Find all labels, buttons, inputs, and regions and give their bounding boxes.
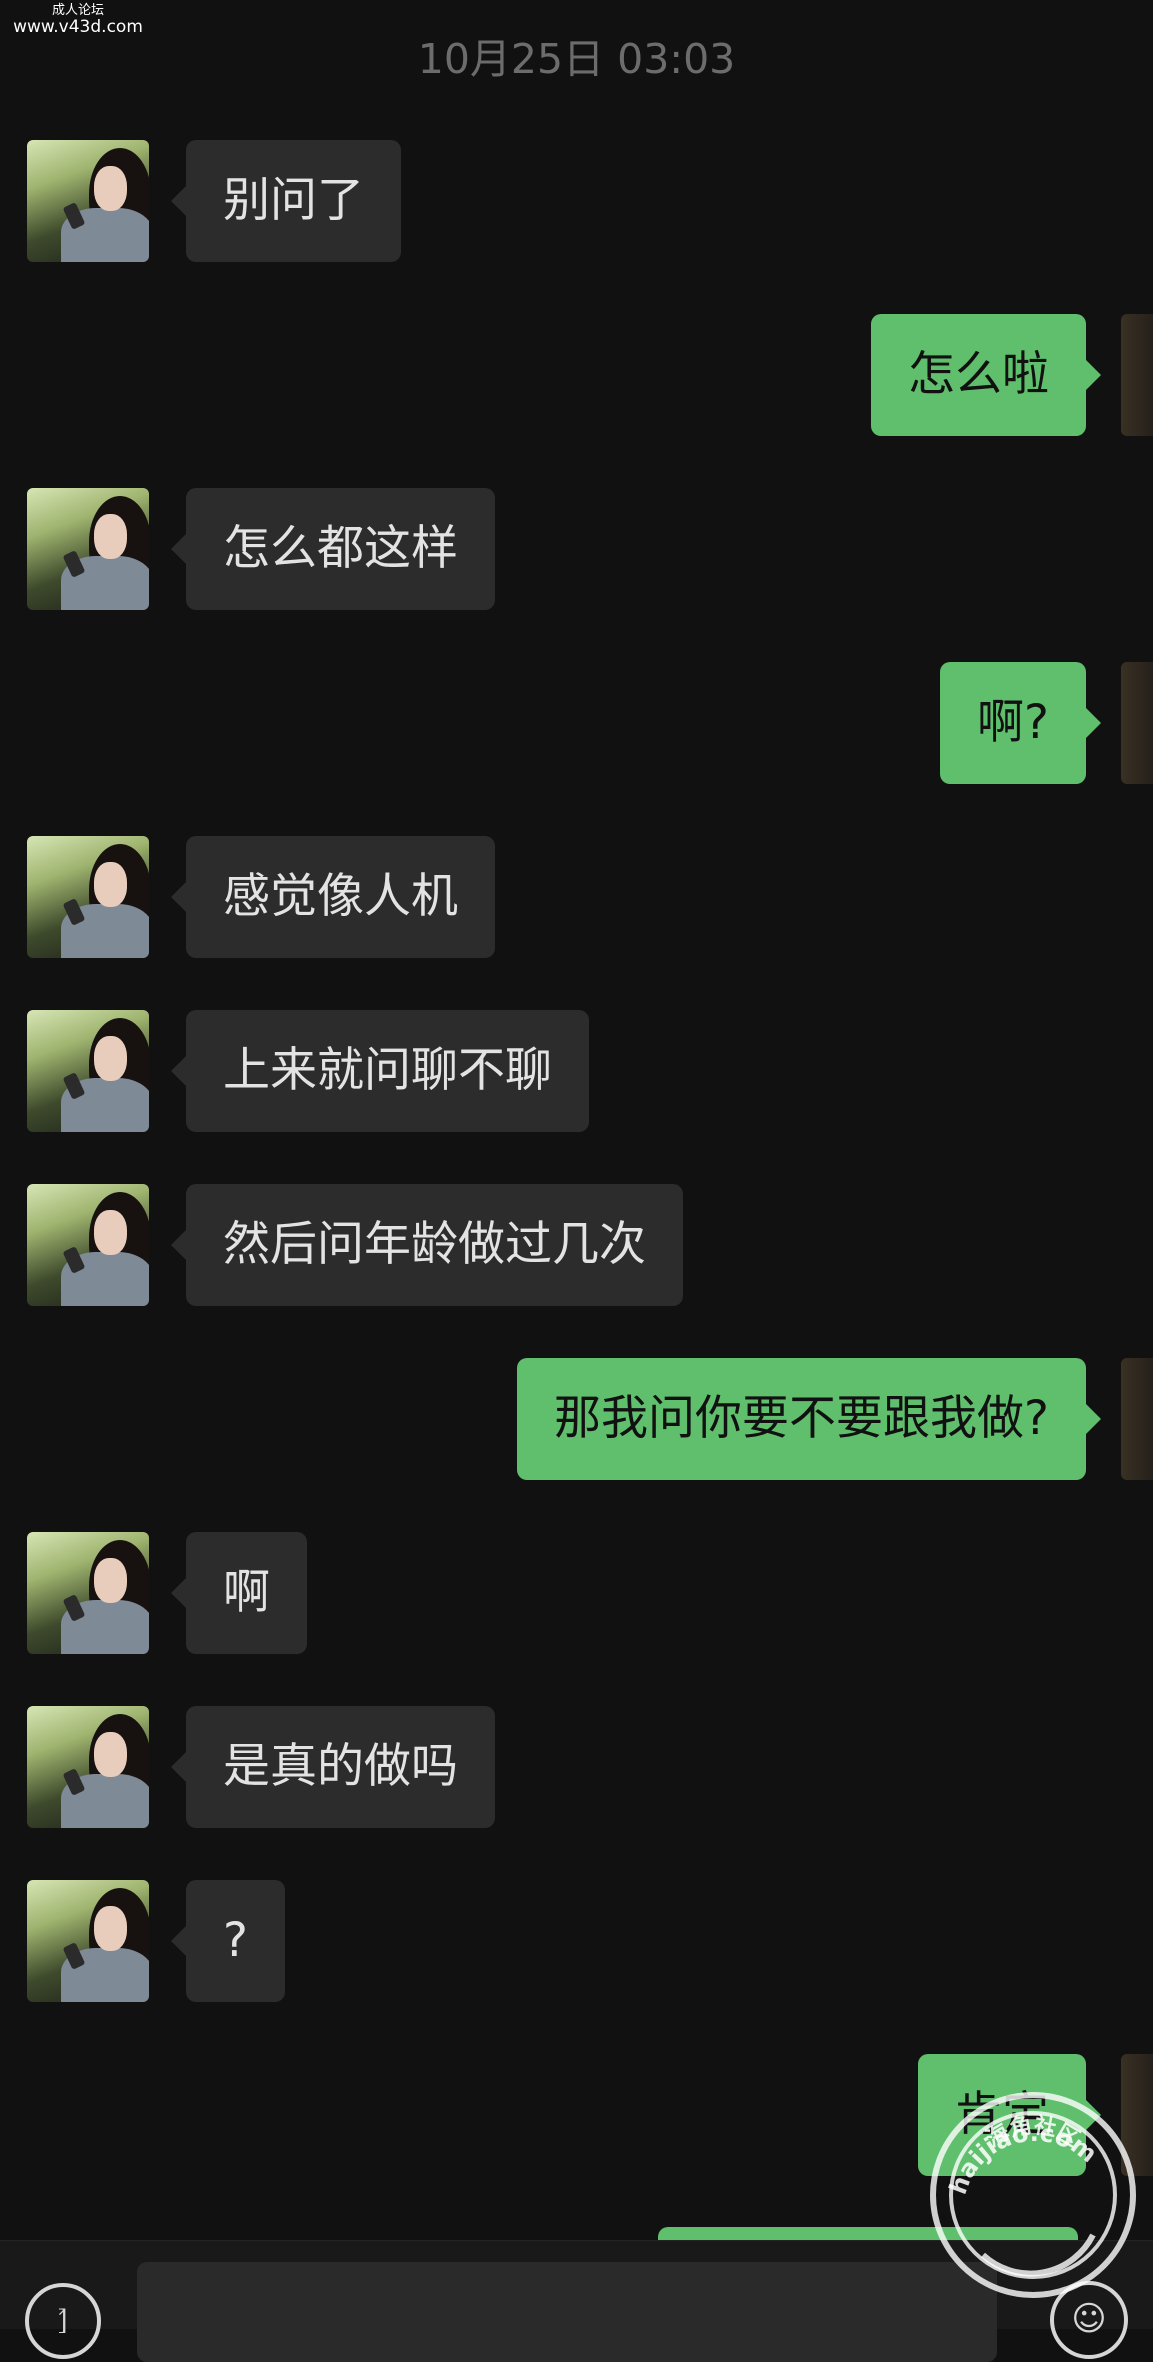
incoming-message-bubble[interactable]: 别问了 [171,140,401,262]
self-avatar[interactable] [1121,314,1153,436]
watermark-line1: 成人论坛 [51,3,104,18]
contact-avatar[interactable] [27,140,149,262]
contact-avatar[interactable] [27,1532,149,1654]
self-avatar[interactable] [1121,1358,1153,1480]
contact-avatar[interactable] [27,836,149,958]
contact-avatar[interactable] [27,1184,149,1306]
incoming-message-bubble[interactable]: 是真的做吗 [171,1706,495,1828]
incoming-message-bubble[interactable]: 啊 [171,1532,307,1654]
outgoing-message-bubble[interactable]: 怎么啦 [871,314,1101,436]
contact-avatar[interactable] [27,1706,149,1828]
contact-avatar[interactable] [27,1880,149,2002]
contact-avatar[interactable] [27,488,149,610]
message-input[interactable] [137,2262,997,2362]
incoming-message-bubble[interactable]: 上来就问聊不聊 [171,1010,589,1132]
voice-icon[interactable]: ⦐ [25,2283,101,2359]
watermark-seal: 海角社区 haijiao.com [930,2092,1136,2298]
incoming-message-bubble[interactable]: 感觉像人机 [171,836,495,958]
self-avatar[interactable] [1121,662,1153,784]
outgoing-message-bubble[interactable]: 那我问你要不要跟我做? [517,1358,1101,1480]
outgoing-message-bubble[interactable]: 啊? [940,662,1101,784]
incoming-message-bubble[interactable]: ? [171,1880,285,2002]
incoming-message-bubble[interactable]: 怎么都这样 [171,488,495,610]
contact-avatar[interactable] [27,1010,149,1132]
incoming-message-bubble[interactable]: 然后问年龄做过几次 [171,1184,683,1306]
chat-timestamp: 10月25日 03:03 [417,35,736,83]
